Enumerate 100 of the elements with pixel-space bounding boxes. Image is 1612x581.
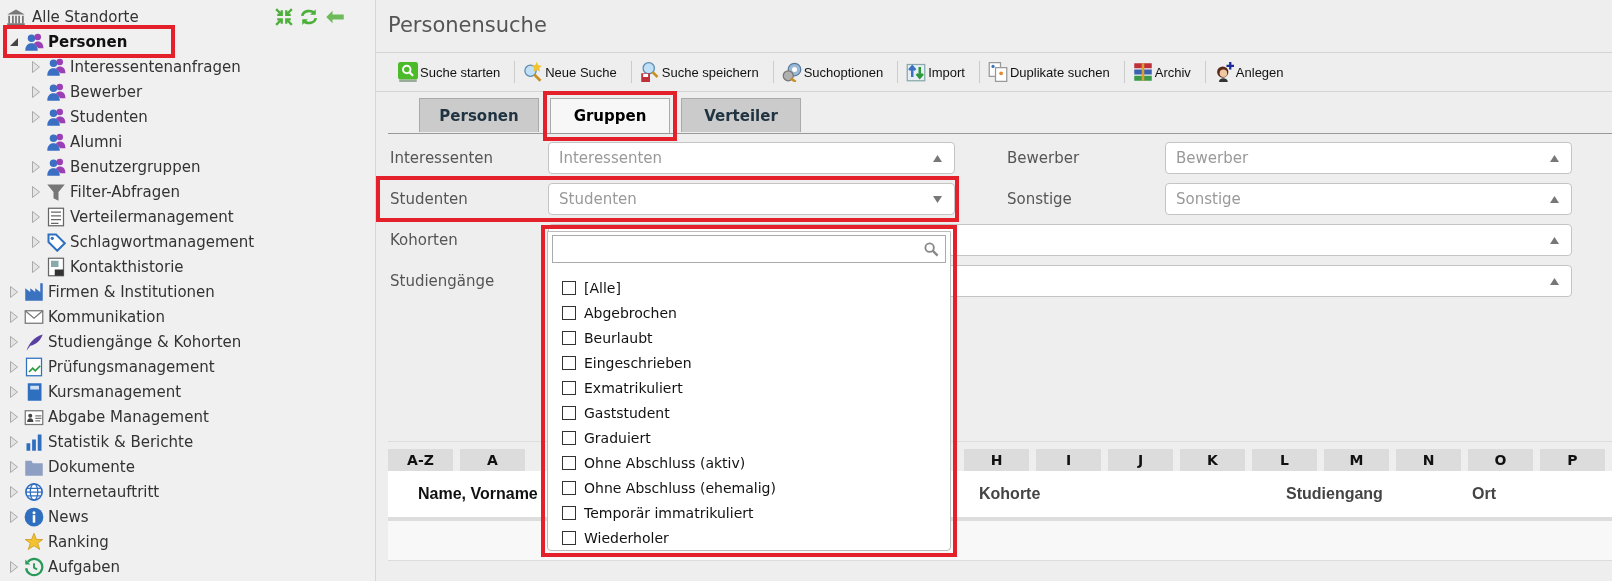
- letter-button[interactable]: H: [964, 449, 1029, 471]
- search-icon: [398, 62, 418, 82]
- checkbox[interactable]: [562, 355, 576, 370]
- collapsed-triangle-icon[interactable]: [8, 559, 20, 574]
- option-label[interactable]: Temporär immatrikuliert: [584, 504, 754, 521]
- tree-item[interactable]: Statistik & Berichte: [8, 430, 198, 453]
- option-label[interactable]: Eingeschrieben: [584, 354, 692, 371]
- collapsed-triangle-icon[interactable]: [30, 259, 42, 274]
- option-label[interactable]: Gaststudent: [584, 404, 670, 421]
- tree-item[interactable]: Dokumente: [8, 455, 139, 478]
- tree-item[interactable]: Kontakthistorie: [30, 255, 188, 278]
- toolbar-button[interactable]: Duplikate suchen: [986, 62, 1118, 82]
- tree-item[interactable]: News: [8, 505, 93, 528]
- checkbox[interactable]: [562, 405, 576, 420]
- collapsed-triangle-icon[interactable]: [8, 459, 20, 474]
- letter-button[interactable]: A: [460, 449, 525, 471]
- letter-button[interactable]: J: [1108, 449, 1173, 471]
- collapsed-triangle-icon[interactable]: [8, 509, 20, 524]
- collapsed-triangle-icon[interactable]: [8, 409, 20, 424]
- option-label[interactable]: [Alle]: [584, 279, 621, 296]
- page-title: Personensuche: [388, 12, 548, 39]
- tree-root-label[interactable]: Alle Standorte: [32, 7, 139, 26]
- column-header[interactable]: Studiengang: [1286, 485, 1383, 503]
- collapsed-triangle-icon[interactable]: [30, 184, 42, 199]
- option-label[interactable]: Ohne Abschluss (aktiv): [584, 454, 746, 471]
- tree-item[interactable]: Studiengänge & Kohorten: [8, 330, 246, 353]
- checkbox[interactable]: [562, 280, 576, 295]
- checkbox[interactable]: [562, 380, 576, 395]
- tree-item[interactable]: Personen: [8, 30, 132, 53]
- tree-item[interactable]: Kursmanagement: [8, 380, 186, 403]
- tree-item[interactable]: Bewerber: [30, 80, 147, 103]
- star-icon: [24, 531, 44, 552]
- collapsed-triangle-icon[interactable]: [8, 334, 20, 349]
- option-label[interactable]: Beurlaubt: [584, 329, 653, 346]
- tree-item[interactable]: Verteilermanagement: [30, 205, 238, 228]
- tree-item[interactable]: Benutzergruppen: [30, 155, 205, 178]
- collapsed-triangle-icon[interactable]: [30, 59, 42, 74]
- collapsed-triangle-icon[interactable]: [8, 284, 20, 299]
- collapsed-triangle-icon[interactable]: [30, 234, 42, 249]
- tree-item[interactable]: Studenten: [30, 105, 152, 128]
- letter-button[interactable]: M: [1324, 449, 1389, 471]
- tree-item[interactable]: Firmen & Institutionen: [8, 280, 219, 303]
- checkbox[interactable]: [562, 505, 576, 520]
- collapsed-triangle-icon[interactable]: [30, 159, 42, 174]
- checkbox[interactable]: [562, 530, 576, 545]
- letter-button[interactable]: O: [1468, 449, 1533, 471]
- toolbar-button[interactable]: Suchoptionen: [779, 62, 892, 82]
- option-label[interactable]: Exmatrikuliert: [584, 379, 683, 396]
- tree-item[interactable]: Aufgaben: [8, 555, 125, 578]
- collapse-icon[interactable]: [275, 7, 293, 26]
- tree-item[interactable]: Internetauftritt: [8, 480, 164, 503]
- collapsed-triangle-icon[interactable]: [30, 84, 42, 99]
- toolbar-button[interactable]: Import: [904, 62, 973, 82]
- letter-button[interactable]: N: [1396, 449, 1461, 471]
- arrow-left-icon[interactable]: [325, 8, 345, 25]
- tree-item[interactable]: Interessentenanfragen: [30, 55, 245, 78]
- tab[interactable]: Verteiler: [681, 98, 801, 132]
- search-field[interactable]: [552, 235, 946, 263]
- collapsed-triangle-icon[interactable]: [30, 109, 42, 124]
- collapsed-triangle-icon[interactable]: [8, 359, 20, 374]
- option-label[interactable]: Ohne Abschluss (ehemalig): [584, 479, 776, 496]
- option-label[interactable]: Wiederholer: [584, 529, 669, 546]
- collapsed-triangle-icon[interactable]: [8, 309, 20, 324]
- toolbar-button[interactable]: Suche starten: [396, 62, 509, 82]
- toolbar-button[interactable]: Anlegen: [1211, 62, 1292, 82]
- collapsed-triangle-icon[interactable]: [8, 434, 20, 449]
- people-icon: [46, 131, 66, 152]
- checkbox[interactable]: [562, 480, 576, 495]
- document-icon: [46, 256, 66, 277]
- tree-item[interactable]: Ranking: [8, 530, 113, 553]
- option-label[interactable]: Graduiert: [584, 429, 651, 446]
- column-header[interactable]: Ort: [1472, 485, 1496, 503]
- collapsed-triangle-icon[interactable]: [30, 209, 42, 224]
- letter-button[interactable]: A-Z: [388, 449, 453, 471]
- toolbar-button[interactable]: Neue Suche: [521, 62, 625, 82]
- toolbar-button[interactable]: Suche speichern: [637, 62, 767, 82]
- tree-item[interactable]: Kommunikation: [8, 305, 170, 328]
- letter-button[interactable]: L: [1252, 449, 1317, 471]
- tree-item[interactable]: Abgabe Management: [8, 405, 213, 428]
- checkbox[interactable]: [562, 430, 576, 445]
- collapsed-triangle-icon[interactable]: [8, 484, 20, 499]
- column-header[interactable]: Kohorte: [979, 485, 1041, 503]
- tree-item[interactable]: Filter-Abfragen: [30, 180, 184, 203]
- letter-button[interactable]: K: [1180, 449, 1245, 471]
- tab[interactable]: Gruppen: [550, 98, 670, 133]
- toolbar-button[interactable]: Archiv: [1130, 62, 1199, 82]
- option-label[interactable]: Abgebrochen: [584, 304, 677, 321]
- letter-button[interactable]: I: [1036, 449, 1101, 471]
- tree-item[interactable]: Alumni: [30, 130, 127, 153]
- factory-icon: [24, 281, 44, 302]
- letter-button[interactable]: P: [1540, 449, 1605, 471]
- checkbox[interactable]: [562, 330, 576, 345]
- tree-item[interactable]: Schlagwortmanagement: [30, 230, 259, 253]
- collapsed-triangle-icon[interactable]: [8, 384, 20, 399]
- tree-item[interactable]: Prüfungsmanagement: [8, 355, 219, 378]
- checkbox[interactable]: [562, 305, 576, 320]
- tab[interactable]: Personen: [419, 98, 539, 132]
- column-header[interactable]: Name, Vorname: [418, 485, 538, 503]
- checkbox[interactable]: [562, 455, 576, 470]
- refresh-icon[interactable]: [299, 7, 319, 26]
